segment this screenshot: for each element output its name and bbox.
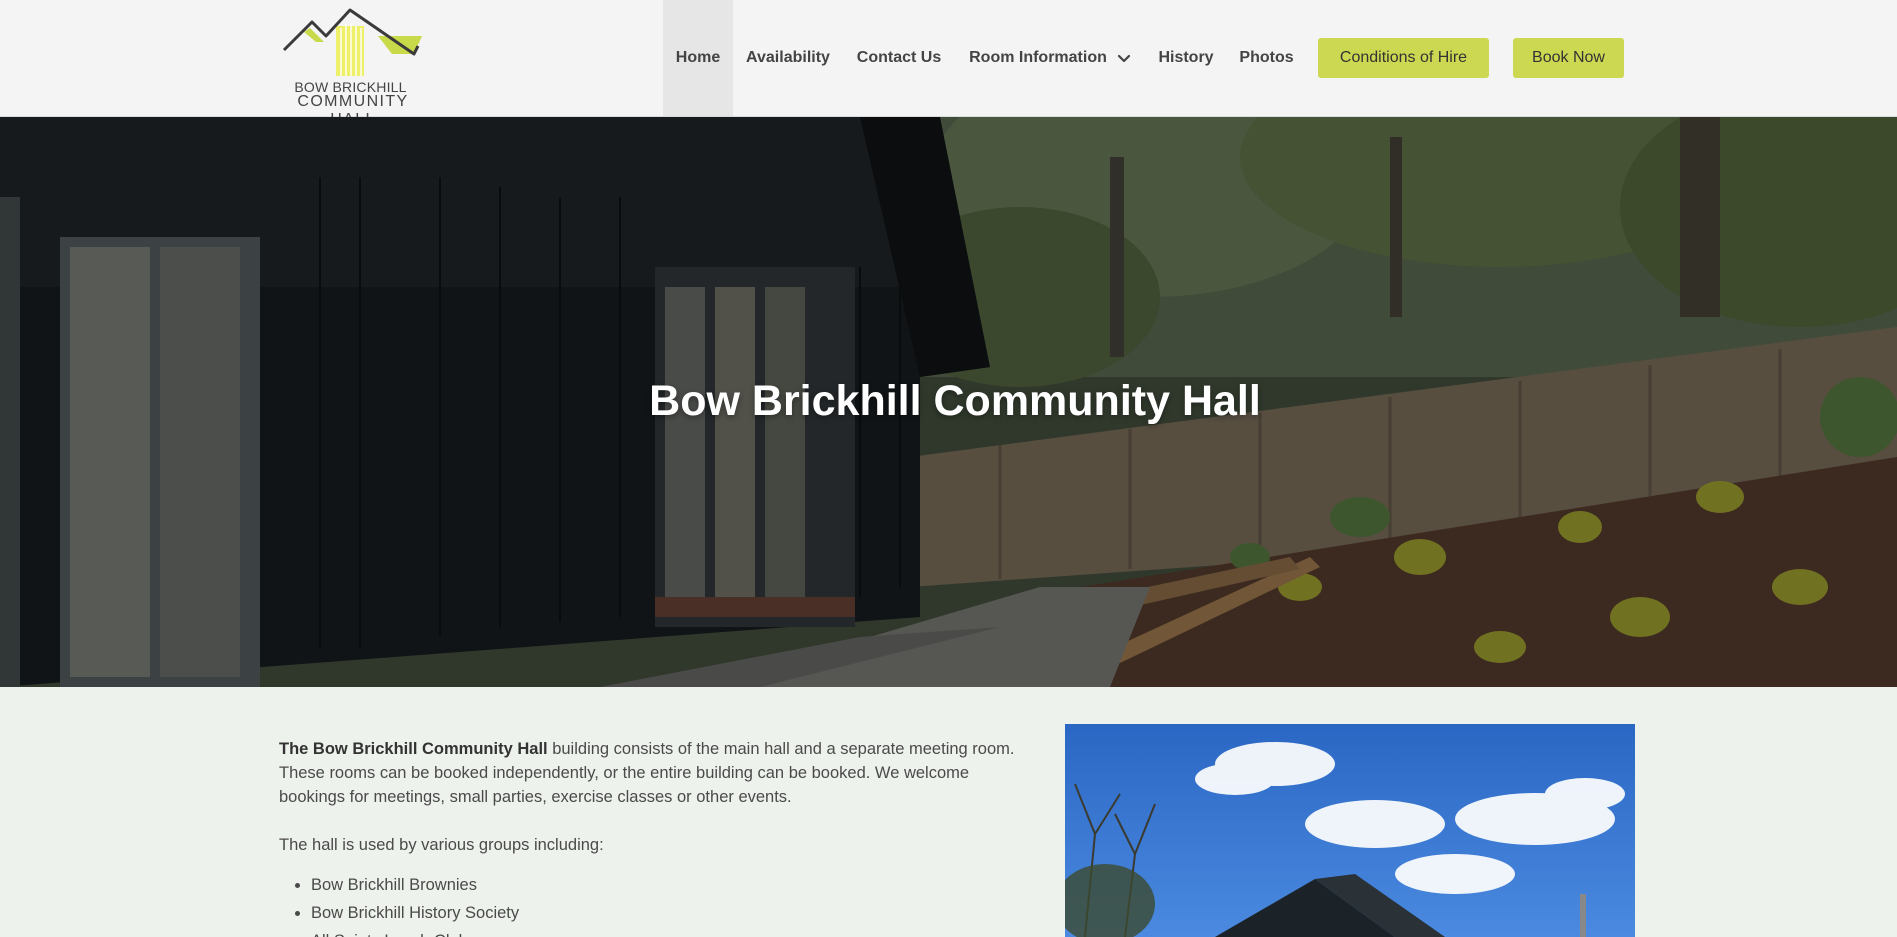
hero-banner: Bow Brickhill Community Hall	[0, 117, 1897, 687]
site-logo[interactable]: BOW BRICKHILL COMMUNITY HALL	[278, 6, 428, 128]
nav-contact-us[interactable]: Contact Us	[855, 0, 943, 116]
nav-photos[interactable]: Photos	[1238, 0, 1295, 116]
hall-photo-image	[1065, 724, 1635, 937]
list-item: Bow Brickhill History Society	[311, 901, 1039, 925]
intro-bold-lead: The Bow Brickhill Community Hall	[279, 740, 548, 758]
groups-intro: The hall is used by various groups inclu…	[279, 836, 604, 854]
groups-list: Bow Brickhill Brownies Bow Brickhill His…	[279, 873, 1039, 937]
hero-title: Bow Brickhill Community Hall	[649, 377, 1261, 425]
nav-home[interactable]: Home	[663, 0, 733, 116]
nav-history[interactable]: History	[1156, 0, 1216, 116]
list-item: Bow Brickhill Brownies	[311, 873, 1039, 897]
chevron-down-icon	[1117, 54, 1130, 63]
nav-availability[interactable]: Availability	[745, 0, 831, 116]
book-now-button[interactable]: Book Now	[1513, 38, 1624, 78]
site-header: BOW BRICKHILL COMMUNITY HALL Home Availa…	[0, 0, 1897, 128]
hall-exterior-photo	[1065, 724, 1635, 937]
intro-text-block: The Bow Brickhill Community Hall buildin…	[279, 737, 1039, 937]
nav-room-information-label: Room Information	[969, 49, 1107, 66]
list-item: All Saints Lunch Club	[311, 929, 1039, 937]
conditions-of-hire-button[interactable]: Conditions of Hire	[1318, 38, 1489, 78]
intro-paragraph: The Bow Brickhill Community Hall buildin…	[279, 737, 1039, 809]
logo-house-icon	[282, 8, 422, 76]
nav-room-information[interactable]: Room Information	[966, 0, 1134, 116]
